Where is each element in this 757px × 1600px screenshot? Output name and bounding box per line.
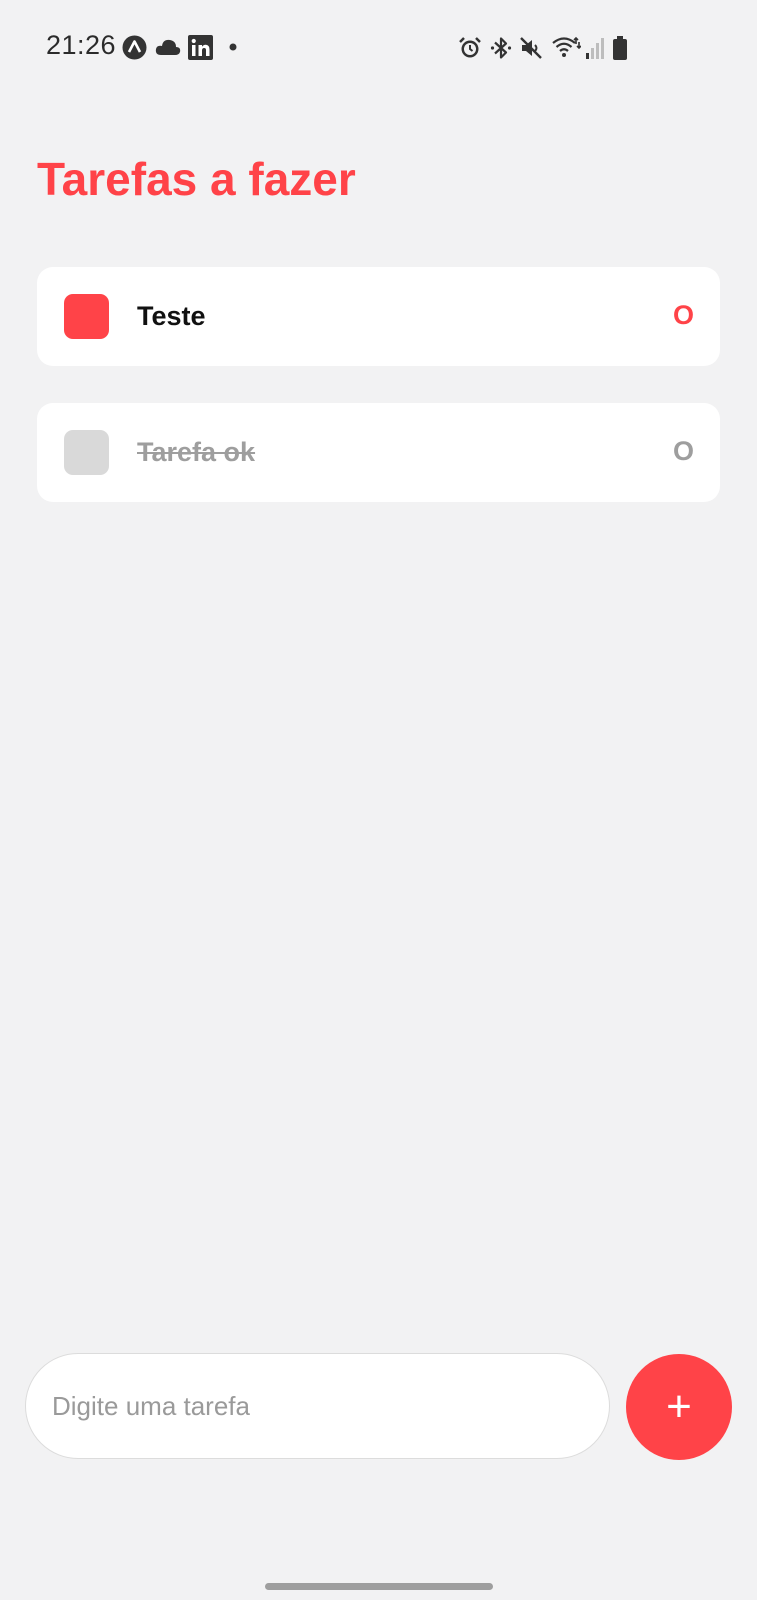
notification-dot-icon <box>229 43 237 51</box>
task-label: Tarefa ok <box>137 437 256 467</box>
battery-icon <box>613 36 627 60</box>
task-delete-button[interactable]: O <box>673 403 694 502</box>
app-a-icon <box>122 35 147 60</box>
page-title: Tarefas a fazer <box>37 153 356 205</box>
home-indicator[interactable] <box>265 1583 493 1590</box>
mute-icon <box>519 36 543 60</box>
status-bar: 21:26 <box>0 0 757 96</box>
task-item[interactable]: Teste O <box>37 267 720 366</box>
status-time: 21:26 <box>46 30 117 60</box>
wifi-icon <box>551 35 581 59</box>
task-checkbox[interactable] <box>64 430 109 475</box>
task-delete-button[interactable]: O <box>673 267 694 366</box>
cloud-icon <box>155 38 181 56</box>
task-input[interactable] <box>25 1353 610 1459</box>
bluetooth-icon <box>490 36 512 60</box>
task-item[interactable]: Tarefa ok O <box>37 403 720 502</box>
alarm-icon <box>458 36 482 60</box>
task-checkbox[interactable] <box>64 294 109 339</box>
add-task-button[interactable]: + <box>626 1354 732 1460</box>
signal-icon <box>586 36 606 60</box>
task-label: Teste <box>137 301 206 331</box>
linkedin-icon <box>188 35 213 60</box>
